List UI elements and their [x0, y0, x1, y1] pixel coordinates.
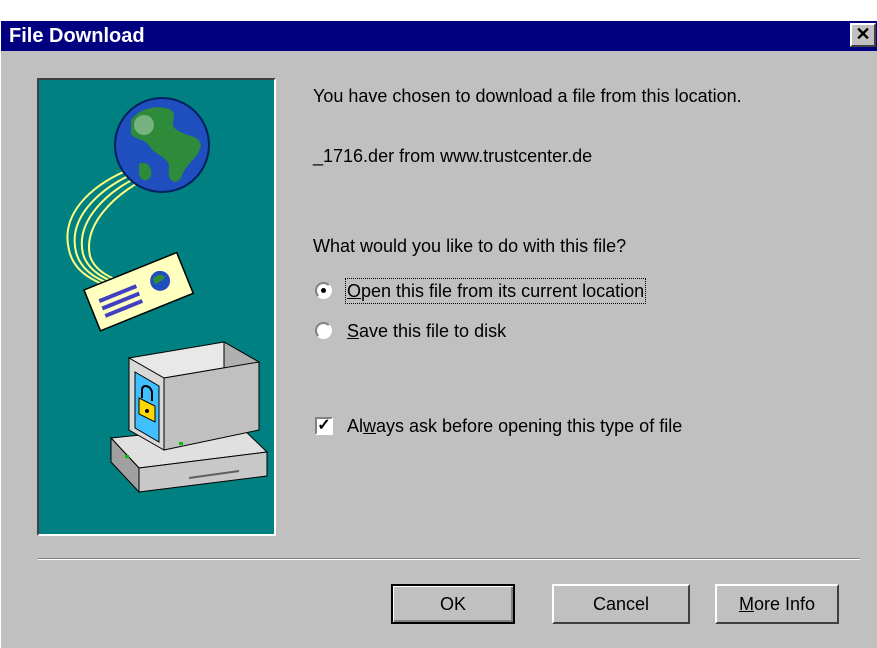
always-ask-label[interactable]: Always ask before opening this type of f… — [347, 415, 682, 437]
question-label: What would you like to do with this file… — [313, 236, 627, 256]
file-download-dialog: File Download ✕ You have chosen to downl… — [0, 0, 877, 648]
top-margin — [1, 1, 877, 21]
download-illustration — [37, 78, 276, 536]
close-icon: ✕ — [855, 24, 871, 44]
title-bar[interactable]: File Download ✕ — [1, 21, 877, 51]
dialog-title: File Download — [9, 25, 145, 47]
save-radio[interactable] — [315, 322, 332, 339]
download-message: You have chosen to download a file from … — [313, 86, 742, 106]
separator — [38, 558, 860, 560]
ok-button[interactable]: OK — [391, 584, 515, 624]
checkmark-icon: ✓ — [317, 417, 331, 434]
globe-download-to-computer-illustration-icon — [66, 97, 269, 494]
more-info-button[interactable]: More Info — [715, 584, 839, 624]
cancel-button[interactable]: Cancel — [552, 584, 690, 624]
always-ask-checkbox[interactable]: ✓ — [315, 417, 333, 435]
file-source: _1716.der from www.trustcenter.de — [313, 146, 593, 166]
close-button[interactable]: ✕ — [850, 23, 876, 47]
selected-dot — [321, 288, 326, 293]
open-radio[interactable] — [315, 282, 332, 299]
open-option-label[interactable]: Open this file from its current location — [344, 278, 647, 304]
save-option-label[interactable]: Save this file to disk — [347, 320, 506, 342]
